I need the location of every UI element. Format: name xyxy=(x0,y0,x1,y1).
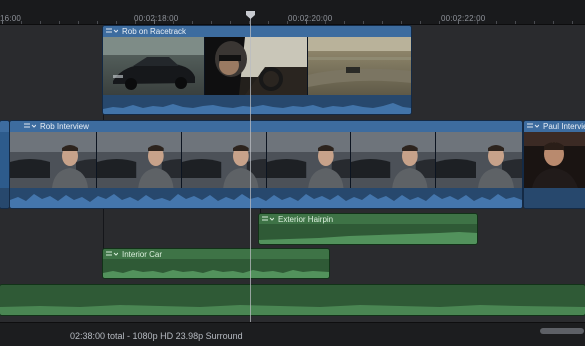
audio-waveform xyxy=(10,188,522,208)
ruler-tick xyxy=(40,21,41,24)
thumbnail-interview xyxy=(436,132,522,188)
ruler-tick xyxy=(192,21,193,24)
clip-previous[interactable] xyxy=(0,121,9,208)
clip-title: Paul Intervie xyxy=(543,122,585,131)
thumbnail-car xyxy=(103,37,206,95)
clip-header xyxy=(0,121,9,132)
audio-waveform xyxy=(103,270,329,278)
audio-clip-music[interactable] xyxy=(0,285,585,315)
ruler-tick xyxy=(496,21,497,24)
audio-clip-header: Interior Car xyxy=(103,249,329,259)
ruler-tick xyxy=(173,21,174,24)
audio-waveform xyxy=(259,232,477,244)
audio-waveform xyxy=(103,95,411,114)
clip-rob-interview[interactable]: Rob Interview xyxy=(10,121,522,208)
ruler-tick xyxy=(382,21,383,24)
ruler-tick xyxy=(116,21,117,24)
clip-filmstrip xyxy=(10,132,522,188)
ruler-tick xyxy=(458,19,459,24)
ruler-tick xyxy=(553,21,554,24)
ruler-tick xyxy=(515,21,516,24)
horizontal-scrollbar[interactable] xyxy=(540,328,584,334)
clip-menu-icon[interactable] xyxy=(106,251,118,258)
project-summary: 02:38:00 total - 1080p HD 23.98p Surroun… xyxy=(70,331,243,341)
thumbnail-interview xyxy=(96,132,182,188)
ruler-tick xyxy=(268,21,269,24)
ruler-tick xyxy=(534,21,535,24)
clip-title: Exterior Hairpin xyxy=(278,214,334,224)
ruler-timecode: 16:00 xyxy=(0,14,22,23)
clip-menu-icon[interactable] xyxy=(262,216,274,223)
ruler-tick xyxy=(420,21,421,24)
ruler-tick xyxy=(154,19,155,24)
audio-waveform xyxy=(524,188,585,208)
clip-title: Rob Interview xyxy=(40,122,89,131)
ruler-tick xyxy=(344,21,345,24)
clip-menu-icon[interactable] xyxy=(24,123,36,130)
ruler-tick xyxy=(401,21,402,24)
clip-header: Rob Interview xyxy=(10,121,522,132)
clip-header: Paul Intervie xyxy=(524,121,585,132)
clip-filmstrip xyxy=(524,132,585,188)
thumbnail-person xyxy=(524,132,585,188)
playhead[interactable] xyxy=(250,12,251,324)
clip-menu-icon[interactable] xyxy=(527,123,539,130)
audio-clip-exterior-hairpin[interactable]: Exterior Hairpin xyxy=(259,214,477,244)
audio-waveform xyxy=(0,305,585,315)
ruler-tick xyxy=(78,21,79,24)
ruler-tick xyxy=(477,21,478,24)
thumbnail-interview xyxy=(10,132,97,188)
ruler-tick xyxy=(2,19,3,24)
audio-clip-header: Exterior Hairpin xyxy=(259,214,477,224)
ruler-tick xyxy=(439,21,440,24)
ruler-tick xyxy=(306,19,307,24)
clip-title: Interior Car xyxy=(122,249,163,259)
ruler-tick xyxy=(59,21,60,24)
connection-line xyxy=(103,207,104,251)
thumbnail-interview xyxy=(266,132,352,188)
clip-menu-icon[interactable] xyxy=(106,28,118,35)
thumbnail-track xyxy=(307,37,411,95)
ruler-tick xyxy=(363,21,364,24)
ruler-tick xyxy=(325,21,326,24)
ruler-tick xyxy=(21,21,22,24)
status-bar: 02:38:00 total - 1080p HD 23.98p Surroun… xyxy=(0,322,585,346)
clip-paul-interview[interactable]: Paul Intervie xyxy=(524,121,585,208)
thumbnail-driver xyxy=(205,37,308,95)
ruler-tick xyxy=(97,21,98,24)
audio-clip-interior-car[interactable]: Interior Car xyxy=(103,249,329,278)
ruler-timecode: 00:02:18:00 xyxy=(134,14,179,23)
ruler-tick xyxy=(572,21,573,24)
audio-waveform xyxy=(0,188,9,208)
ruler-tick xyxy=(135,21,136,24)
clip-filmstrip xyxy=(103,37,411,95)
thumbnail-interview xyxy=(351,132,437,188)
ruler-timecode: 00:02:22:00 xyxy=(441,14,486,23)
clip-title: Rob on Racetrack xyxy=(122,27,187,36)
ruler-tick xyxy=(287,21,288,24)
timeline-ruler[interactable]: 16:00 00:02:18:00 00:02:20:00 00:02:22:0… xyxy=(0,0,585,25)
clip-rob-on-racetrack[interactable]: Rob on Racetrack xyxy=(103,26,411,114)
ruler-tick xyxy=(230,21,231,24)
clip-header: Rob on Racetrack xyxy=(103,26,411,37)
playhead-handle-icon[interactable] xyxy=(246,11,255,19)
ruler-tick xyxy=(211,21,212,24)
thumbnail-interview xyxy=(181,132,267,188)
